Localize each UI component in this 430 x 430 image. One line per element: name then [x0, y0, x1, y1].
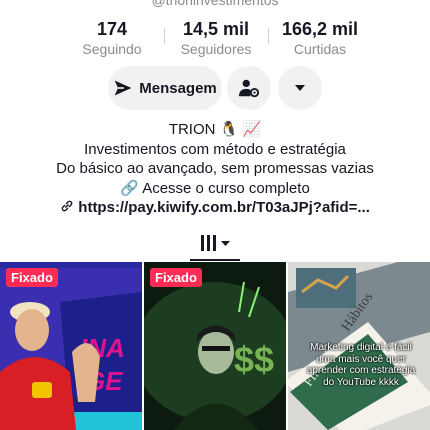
content-tab-bar: [0, 230, 430, 262]
stat-divider: [268, 28, 269, 44]
likes-count: 166,2 mil: [281, 19, 359, 39]
likes-stat[interactable]: 166,2 mil Curtidas: [276, 18, 364, 58]
caret-down-icon: [221, 241, 230, 246]
profile-handle: @trioninvestimentos: [151, 0, 279, 8]
bio-name: TRION: [168, 121, 216, 138]
bio-link-text: https://pay.kiwify.com.br/T03aJPj?afid=.…: [78, 199, 370, 216]
following-label: Seguindo: [82, 41, 142, 57]
video-thumbnail[interactable]: Hábitos FINAN Marketing digital é fácil …: [288, 262, 430, 430]
followers-label: Seguidores: [180, 41, 252, 57]
link-icon: [61, 200, 73, 212]
bio-line: 🔗 Acesse o curso completo: [120, 179, 310, 197]
message-button[interactable]: Mensagem: [108, 66, 222, 110]
grid-icon: [201, 235, 230, 251]
svg-text:$$: $$: [234, 339, 274, 380]
person-gear-icon: [238, 79, 260, 98]
bio-line: Investimentos com método e estratégia: [84, 140, 346, 158]
video-grid: INA GE Fixado $$ Fixado Hábitos FINAN Ma…: [0, 262, 430, 430]
pinned-badge: Fixado: [150, 268, 202, 287]
more-options-button[interactable]: [278, 66, 322, 110]
bio-name-line: TRION 🐧 📈: [0, 120, 430, 140]
following-stat[interactable]: 174 Seguindo: [72, 18, 152, 58]
followers-count: 14,5 mil: [182, 19, 250, 39]
active-tab-indicator: [190, 259, 240, 261]
video-thumbnail[interactable]: $$ Fixado: [144, 262, 286, 430]
video-thumbnail-image: INA GE: [0, 262, 142, 430]
add-friend-button[interactable]: [227, 66, 271, 110]
followers-stat[interactable]: 14,5 mil Seguidores: [172, 18, 260, 58]
following-count: 174: [96, 19, 128, 39]
videos-tab[interactable]: [199, 232, 233, 259]
stat-divider: [164, 28, 165, 44]
message-button-label: Mensagem: [139, 79, 217, 97]
video-caption: Marketing digital é fácil uma mais você …: [306, 342, 416, 388]
bio-name-emojis: 🐧 📈: [219, 121, 262, 138]
send-icon: [114, 80, 132, 96]
bio-line: Do básico ao avançado, sem promessas vaz…: [56, 160, 374, 177]
profile-stats: 174 Seguindo 14,5 mil Seguidores 166,2 m…: [0, 18, 430, 58]
bio-link[interactable]: https://pay.kiwify.com.br/T03aJPj?afid=.…: [0, 198, 430, 218]
caret-down-icon: [295, 85, 305, 91]
video-thumbnail[interactable]: INA GE Fixado: [0, 262, 142, 430]
likes-label: Curtidas: [293, 41, 347, 57]
profile-bio: TRION 🐧 📈 Investimentos com método e est…: [0, 120, 430, 218]
pinned-badge: Fixado: [6, 268, 58, 287]
video-thumbnail-image: $$: [144, 262, 286, 430]
